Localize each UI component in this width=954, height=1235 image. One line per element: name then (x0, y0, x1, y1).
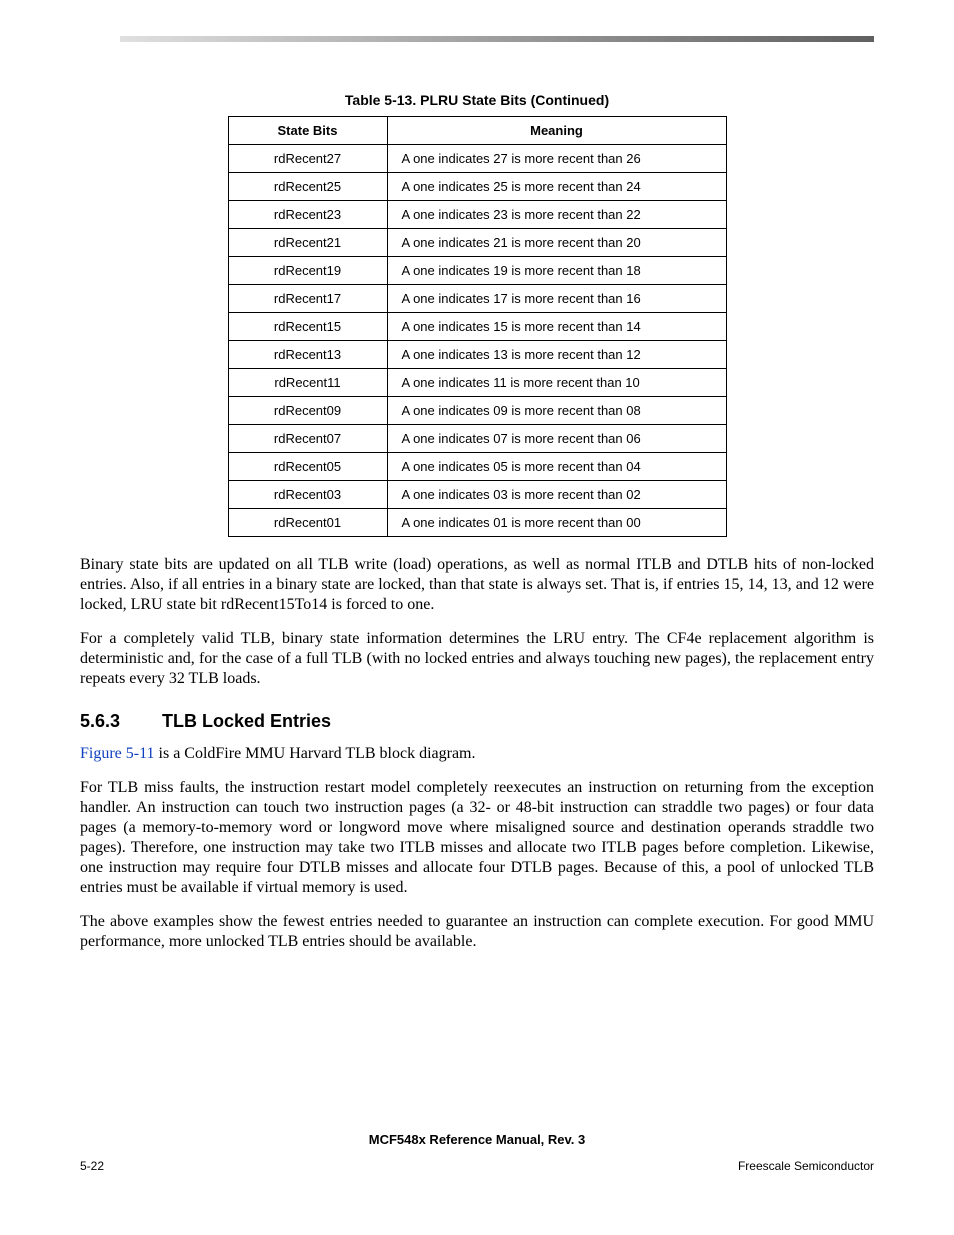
footer-company: Freescale Semiconductor (738, 1159, 874, 1173)
meaning-cell: A one indicates 23 is more recent than 2… (387, 201, 726, 229)
paragraph-valid-tlb: For a completely valid TLB, binary state… (80, 629, 874, 689)
table-row: rdRecent23A one indicates 23 is more rec… (228, 201, 726, 229)
header-rule (120, 36, 874, 42)
state-bits-cell: rdRecent03 (228, 481, 387, 509)
meaning-cell: A one indicates 09 is more recent than 0… (387, 397, 726, 425)
paragraph-tlb-miss-faults: For TLB miss faults, the instruction res… (80, 778, 874, 898)
state-bits-cell: rdRecent13 (228, 341, 387, 369)
table-row: rdRecent03A one indicates 03 is more rec… (228, 481, 726, 509)
figure-cross-reference[interactable]: Figure 5-11 (80, 745, 155, 762)
paragraph-above-examples: The above examples show the fewest entri… (80, 912, 874, 952)
meaning-cell: A one indicates 17 is more recent than 1… (387, 285, 726, 313)
meaning-cell: A one indicates 03 is more recent than 0… (387, 481, 726, 509)
table-row: rdRecent27A one indicates 27 is more rec… (228, 145, 726, 173)
footer-manual-title: MCF548x Reference Manual, Rev. 3 (80, 1132, 874, 1147)
meaning-cell: A one indicates 19 is more recent than 1… (387, 257, 726, 285)
state-bits-cell: rdRecent19 (228, 257, 387, 285)
table-header-row: State Bits Meaning (228, 117, 726, 145)
section-heading: 5.6.3TLB Locked Entries (80, 711, 874, 732)
state-bits-cell: rdRecent21 (228, 229, 387, 257)
meaning-cell: A one indicates 11 is more recent than 1… (387, 369, 726, 397)
paragraph-binary-state-bits: Binary state bits are updated on all TLB… (80, 555, 874, 615)
table-row: rdRecent07A one indicates 07 is more rec… (228, 425, 726, 453)
state-bits-cell: rdRecent01 (228, 509, 387, 537)
paragraph-figure-ref-rest: is a ColdFire MMU Harvard TLB block diag… (155, 745, 476, 762)
state-bits-cell: rdRecent27 (228, 145, 387, 173)
table-caption: Table 5-13. PLRU State Bits (Continued) (80, 92, 874, 108)
table-row: rdRecent19A one indicates 19 is more rec… (228, 257, 726, 285)
table-header-meaning: Meaning (387, 117, 726, 145)
state-bits-cell: rdRecent17 (228, 285, 387, 313)
table-row: rdRecent17A one indicates 17 is more rec… (228, 285, 726, 313)
state-bits-cell: rdRecent09 (228, 397, 387, 425)
meaning-cell: A one indicates 07 is more recent than 0… (387, 425, 726, 453)
state-bits-cell: rdRecent23 (228, 201, 387, 229)
table-row: rdRecent11A one indicates 11 is more rec… (228, 369, 726, 397)
table-header-state-bits: State Bits (228, 117, 387, 145)
meaning-cell: A one indicates 21 is more recent than 2… (387, 229, 726, 257)
footer-page-number: 5-22 (80, 1159, 104, 1173)
state-bits-cell: rdRecent11 (228, 369, 387, 397)
table-row: rdRecent01A one indicates 01 is more rec… (228, 509, 726, 537)
meaning-cell: A one indicates 01 is more recent than 0… (387, 509, 726, 537)
meaning-cell: A one indicates 13 is more recent than 1… (387, 341, 726, 369)
table-row: rdRecent15A one indicates 15 is more rec… (228, 313, 726, 341)
meaning-cell: A one indicates 05 is more recent than 0… (387, 453, 726, 481)
state-bits-cell: rdRecent07 (228, 425, 387, 453)
table-row: rdRecent25A one indicates 25 is more rec… (228, 173, 726, 201)
meaning-cell: A one indicates 25 is more recent than 2… (387, 173, 726, 201)
state-bits-cell: rdRecent15 (228, 313, 387, 341)
state-bits-cell: rdRecent05 (228, 453, 387, 481)
meaning-cell: A one indicates 15 is more recent than 1… (387, 313, 726, 341)
section-title: TLB Locked Entries (162, 711, 331, 731)
table-row: rdRecent05A one indicates 05 is more rec… (228, 453, 726, 481)
table-row: rdRecent21A one indicates 21 is more rec… (228, 229, 726, 257)
table-row: rdRecent09A one indicates 09 is more rec… (228, 397, 726, 425)
section-number: 5.6.3 (80, 711, 162, 732)
plru-state-bits-table: State Bits Meaning rdRecent27A one indic… (228, 116, 727, 537)
paragraph-figure-ref: Figure 5-11 is a ColdFire MMU Harvard TL… (80, 744, 874, 764)
meaning-cell: A one indicates 27 is more recent than 2… (387, 145, 726, 173)
table-row: rdRecent13A one indicates 13 is more rec… (228, 341, 726, 369)
state-bits-cell: rdRecent25 (228, 173, 387, 201)
